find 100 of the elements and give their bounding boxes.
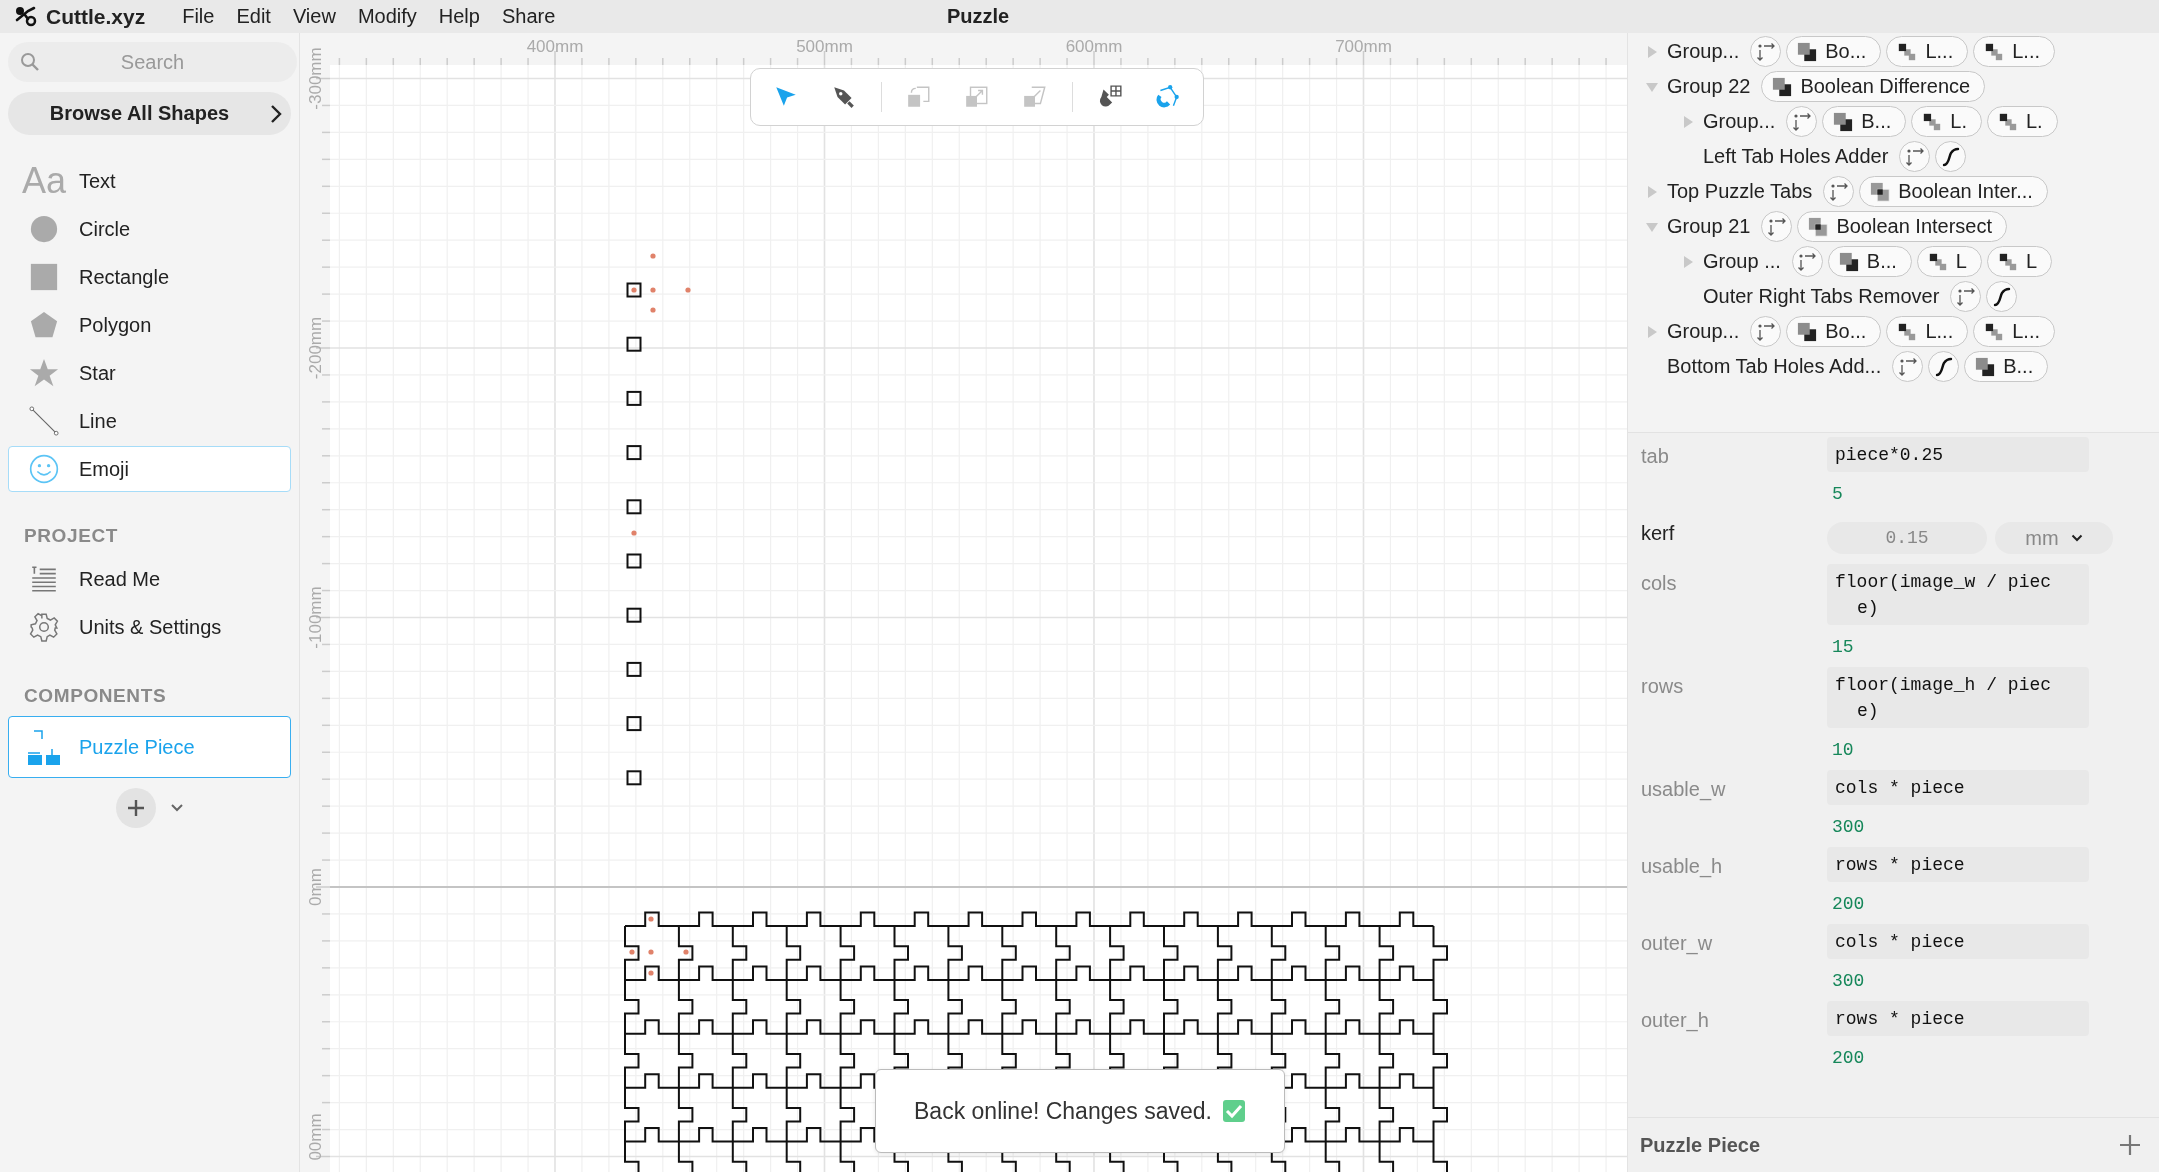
anchor-dot [650, 287, 656, 293]
curve-icon [1933, 356, 1954, 377]
anchor-dot [650, 253, 656, 259]
arrows-icon [1904, 146, 1925, 167]
expression-field[interactable]: floor(image_h / piece) [1827, 667, 2089, 728]
pentagon-icon [29, 310, 59, 340]
shape-item[interactable]: Polygon [8, 302, 291, 348]
layer-name[interactable]: Group... [1703, 110, 1776, 133]
squares-icon [1838, 251, 1859, 272]
arrows-icon [1755, 41, 1776, 62]
layer-name[interactable]: Bottom Tab Holes Add... [1667, 355, 1882, 378]
ruler-label: 00mm [305, 1113, 325, 1161]
modifier-chip[interactable]: B... [1827, 246, 1912, 277]
square-outline [626, 499, 642, 515]
ruler-label: 500mm [796, 37, 853, 56]
layer-name[interactable]: Top Puzzle Tabs [1667, 180, 1813, 203]
menu-item[interactable]: View [281, 5, 347, 28]
result-value: 10 [1831, 739, 1855, 762]
component-icon [26, 729, 62, 765]
modifier-chip[interactable]: L... [1973, 316, 2055, 347]
project-item[interactable]: Units & Settings [8, 604, 291, 650]
square-outline [626, 390, 642, 406]
document-lines-icon [29, 564, 59, 594]
shape-item[interactable]: Emoji [8, 446, 291, 492]
chevron-down-icon[interactable] [169, 803, 184, 813]
stacked-squares-icon [1897, 321, 1918, 342]
modifier-chip[interactable]: L [1986, 246, 2053, 277]
expression-field[interactable]: cols * piece [1827, 924, 2089, 959]
modifier-chip[interactable]: Bo... [1786, 316, 1882, 347]
layer-name[interactable]: Left Tab Holes Adder [1703, 145, 1889, 168]
square-outline [626, 336, 642, 352]
layer-name[interactable]: Outer Right Tabs Remover [1703, 285, 1940, 308]
expression-field[interactable]: rows * piece [1827, 847, 2089, 882]
arrows-icon [1828, 181, 1849, 202]
modifier-chip[interactable] [1928, 351, 1960, 382]
ruler-label: 700mm [1335, 37, 1392, 56]
component-title: Puzzle Piece [1640, 1133, 1761, 1157]
gear-icon [29, 612, 59, 642]
layer-name[interactable]: Group... [1667, 40, 1740, 63]
modifier-chip[interactable]: L [1916, 246, 1982, 277]
shape-item[interactable]: Rectangle [8, 254, 291, 300]
menu-item[interactable]: Help [427, 5, 491, 28]
shape-item[interactable]: Circle [8, 206, 291, 252]
modifier-chip[interactable] [1986, 281, 2018, 312]
circle-icon [29, 214, 59, 244]
search-icon [20, 52, 40, 72]
result-value: 15 [1831, 636, 1855, 659]
project-item[interactable]: Read Me [8, 556, 291, 602]
menu-item[interactable]: Modify [346, 5, 428, 28]
expression-field[interactable]: cols * piece [1827, 770, 2089, 805]
expression-field[interactable]: piece*0.25 [1827, 437, 2089, 472]
magnet-grid-icon [1097, 84, 1123, 110]
stacked-squares-icon [1997, 111, 2018, 132]
shape-item[interactable]: Star [8, 350, 291, 396]
ruler-label: -100mm [305, 586, 325, 649]
modifier-chip[interactable]: L... [1973, 36, 2055, 67]
modifier-chip[interactable]: L... [1886, 36, 1969, 67]
stacked-squares-icon [1997, 251, 2018, 272]
shape-item[interactable]: Line [8, 398, 291, 444]
plus-icon [126, 799, 145, 817]
modifier-chip[interactable]: L. [1986, 106, 2058, 137]
squares-icon [1975, 356, 1996, 377]
layer-name[interactable]: Group 21 [1667, 215, 1751, 238]
anchor-dot [650, 307, 656, 313]
arrows-icon [1791, 111, 1812, 132]
menu-item[interactable]: Edit [225, 5, 282, 28]
modifier-chip[interactable]: Boolean Inter... [1859, 176, 2048, 207]
expression-field[interactable]: floor(image_w / piece) [1827, 564, 2089, 625]
expression-field[interactable]: rows * piece [1827, 1001, 2089, 1036]
layer-name[interactable]: Group ... [1703, 250, 1781, 273]
arrows-icon [1955, 286, 1976, 307]
app-name: Cuttle.xyz [46, 4, 146, 29]
layer-name[interactable]: Group 22 [1667, 75, 1751, 98]
layer-name[interactable]: Group... [1667, 320, 1740, 343]
section-heading: PROJECT [23, 525, 119, 547]
modifier-chip[interactable]: L. [1911, 106, 1982, 137]
squares-icon [1833, 111, 1854, 132]
add-button[interactable] [2119, 1134, 2141, 1156]
modifier-chip[interactable]: Boolean Difference [1761, 71, 1986, 102]
search-field[interactable]: Search [8, 42, 297, 82]
browse-button[interactable]: Browse All Shapes [8, 92, 291, 135]
add-button[interactable] [115, 788, 156, 828]
overlap-icon [1870, 181, 1891, 202]
menu-item[interactable]: Share [490, 5, 567, 28]
modifier-chip[interactable]: Boolean Intersect [1797, 211, 2008, 242]
modifier-chip[interactable]: B... [1822, 106, 1907, 137]
shape-item[interactable]: Aa Text [8, 158, 291, 204]
copy-scale-icon [964, 84, 990, 110]
square-outline [626, 282, 642, 298]
ruler-label: 400mm [526, 37, 584, 56]
modifier-chip[interactable]: Bo... [1786, 36, 1882, 67]
toast-message: Back online! Changes saved. [914, 1097, 1212, 1125]
square-outline [626, 770, 642, 786]
menu-item[interactable]: File [171, 5, 226, 28]
curve-icon [1940, 146, 1961, 167]
modifier-chip[interactable]: B... [1964, 351, 2049, 382]
modifier-chip[interactable] [1935, 141, 1967, 172]
modifier-chip[interactable]: L... [1886, 316, 1969, 347]
anchor-dot [685, 287, 691, 293]
anchor-dot [648, 970, 654, 976]
